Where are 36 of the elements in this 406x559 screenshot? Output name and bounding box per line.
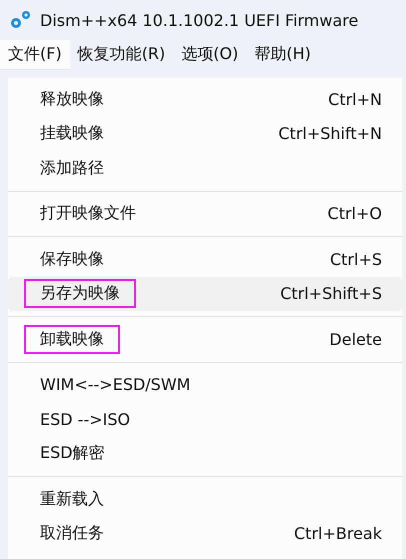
menu-item-label: 卸载映像 [26,326,118,352]
menu-item[interactable]: WIM<-->ESD/SWM [8,368,402,402]
shortcut-text: Ctrl+S [330,250,382,269]
menu-item[interactable]: ESD -->ISO [8,402,402,436]
menu-item-label: 取消任务 [39,522,105,544]
menu-item[interactable]: 释放映像 Ctrl+N [8,82,402,116]
shortcut-text: Ctrl+O [328,204,382,224]
menu-item[interactable]: ESD解密 [8,436,402,471]
menu-title[interactable]: 恢复功能(R) [70,40,174,70]
menu-title[interactable]: 帮助(H) [246,40,319,70]
menu-item[interactable]: 取消任务 Ctrl+Break [8,516,402,551]
shortcut-text: Ctrl+Break [294,524,382,544]
menu-item-label: 另存为映像 [26,281,134,306]
shortcut-text: Ctrl+Shift+S [280,284,382,304]
shortcut-text: Delete [329,330,382,349]
window-title: Dism++x64 10.1.1002.1 UEFI Firmware [40,10,358,30]
menu-item-label: 打开映像文件 [39,202,137,224]
shortcut-text: Ctrl+N [328,90,382,109]
menu-item[interactable]: 添加路径 [8,151,402,186]
menu-title[interactable]: 文件(F) [0,40,70,70]
menu-item-label: WIM<-->ESD/SWM [39,374,192,396]
menu-item[interactable]: 另存为映像 Ctrl+Shift+S [8,276,402,311]
shortcut-text: Ctrl+Shift+N [278,124,382,144]
menu-item-label: 重新载入 [39,488,105,510]
menu-item-label: ESD -->ISO [39,408,132,431]
menu-title[interactable]: 选项(O) [173,40,246,70]
menu-item[interactable]: 保存映像 Ctrl+S [8,242,402,276]
menu-item-label: 挂载映像 [39,122,105,144]
menu-item-label: 释放映像 [39,88,105,110]
menu-item-label: 保存映像 [39,248,105,270]
menu-item-label: 添加路径 [39,156,105,179]
menu-item[interactable]: 打开映像文件 Ctrl+O [8,196,402,231]
menu-item[interactable]: 挂载映像 Ctrl+Shift+N [8,116,402,151]
menu-item[interactable]: 卸载映像 Delete [8,322,402,356]
menu-item[interactable]: 重新载入 [8,482,402,516]
menu-item-label: ESD解密 [39,442,106,464]
